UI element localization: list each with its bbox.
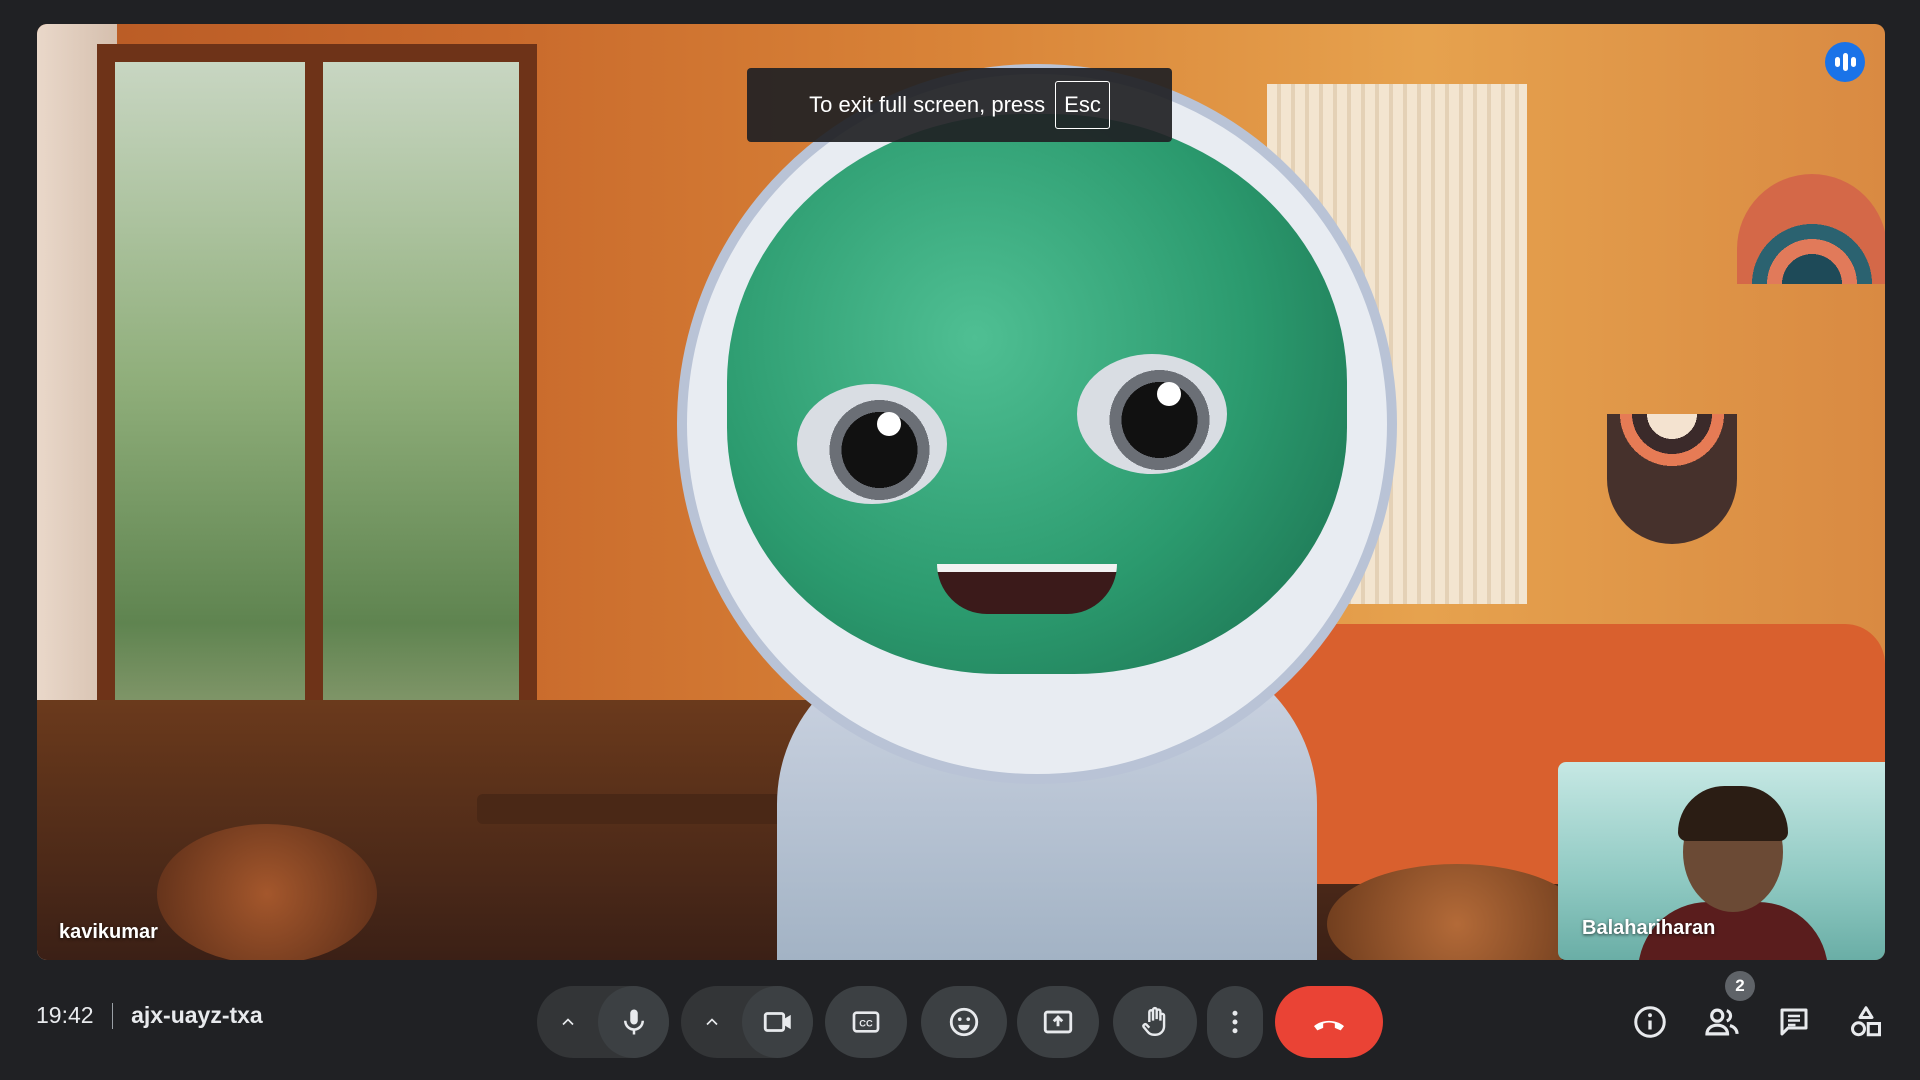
camera-button[interactable] [742, 986, 813, 1058]
chevron-up-icon [561, 1018, 574, 1026]
wall-hanging [1737, 174, 1885, 284]
avatar-mouth [937, 564, 1117, 614]
participant-count-badge: 2 [1725, 971, 1755, 1001]
background-table [477, 794, 817, 824]
microphone-button[interactable] [598, 986, 669, 1058]
end-call-icon [1314, 1020, 1344, 1031]
more-options-button[interactable] [1207, 986, 1263, 1058]
meeting-code: ajx-uayz-txa [131, 1002, 263, 1028]
svg-text:CC: CC [859, 1019, 873, 1029]
avatar-eye [797, 384, 947, 504]
more-vert-icon [1232, 1010, 1238, 1034]
people-button[interactable] [1696, 996, 1748, 1048]
present-icon [1043, 1010, 1073, 1034]
captions-icon: CC [852, 1011, 880, 1033]
microphone-icon [623, 1009, 644, 1035]
meeting-info: 19:42 ajx-uayz-txa [36, 1002, 263, 1029]
captions-button[interactable]: CC [825, 986, 907, 1058]
avatar-eye [1077, 354, 1227, 474]
chat-icon [1780, 1008, 1808, 1036]
self-name-label: Balahariharan [1582, 917, 1716, 939]
camera-group [681, 986, 813, 1058]
present-button[interactable] [1017, 986, 1099, 1058]
chat-button[interactable] [1768, 996, 1820, 1048]
meeting-details-button[interactable] [1624, 996, 1676, 1048]
exit-fullscreen-toast: To exit full screen, press Esc [747, 68, 1172, 142]
info-icon [1634, 1006, 1666, 1038]
raise-hand-icon [1142, 1006, 1166, 1036]
audio-settings-button[interactable] [537, 986, 598, 1058]
main-video-tile[interactable]: kavikumar Balahariharan [37, 24, 1885, 960]
microphone-group [537, 986, 669, 1058]
self-view-tile[interactable]: Balahariharan [1558, 762, 1885, 960]
people-icon [1705, 1008, 1739, 1036]
emoji-icon [949, 1007, 979, 1037]
reactions-button[interactable] [921, 986, 1007, 1058]
speaking-indicator-icon [1825, 42, 1865, 82]
clock-time: 19:42 [36, 1002, 94, 1028]
camera-icon [763, 1012, 791, 1032]
divider [111, 1002, 114, 1029]
activities-button[interactable] [1840, 996, 1892, 1048]
control-bar: 19:42 ajx-uayz-txa CC 2 [0, 960, 1920, 1080]
raise-hand-button[interactable] [1113, 986, 1197, 1058]
video-settings-button[interactable] [681, 986, 742, 1058]
wall-hanging [1607, 414, 1737, 544]
participant-name-label: kavikumar [59, 921, 158, 943]
toast-text: To exit full screen, press [809, 92, 1046, 117]
background-pouf [157, 824, 377, 960]
chevron-up-icon [705, 1018, 718, 1026]
activities-icon [1851, 1006, 1881, 1037]
esc-key-hint: Esc [1055, 81, 1110, 129]
end-call-button[interactable] [1275, 986, 1383, 1058]
